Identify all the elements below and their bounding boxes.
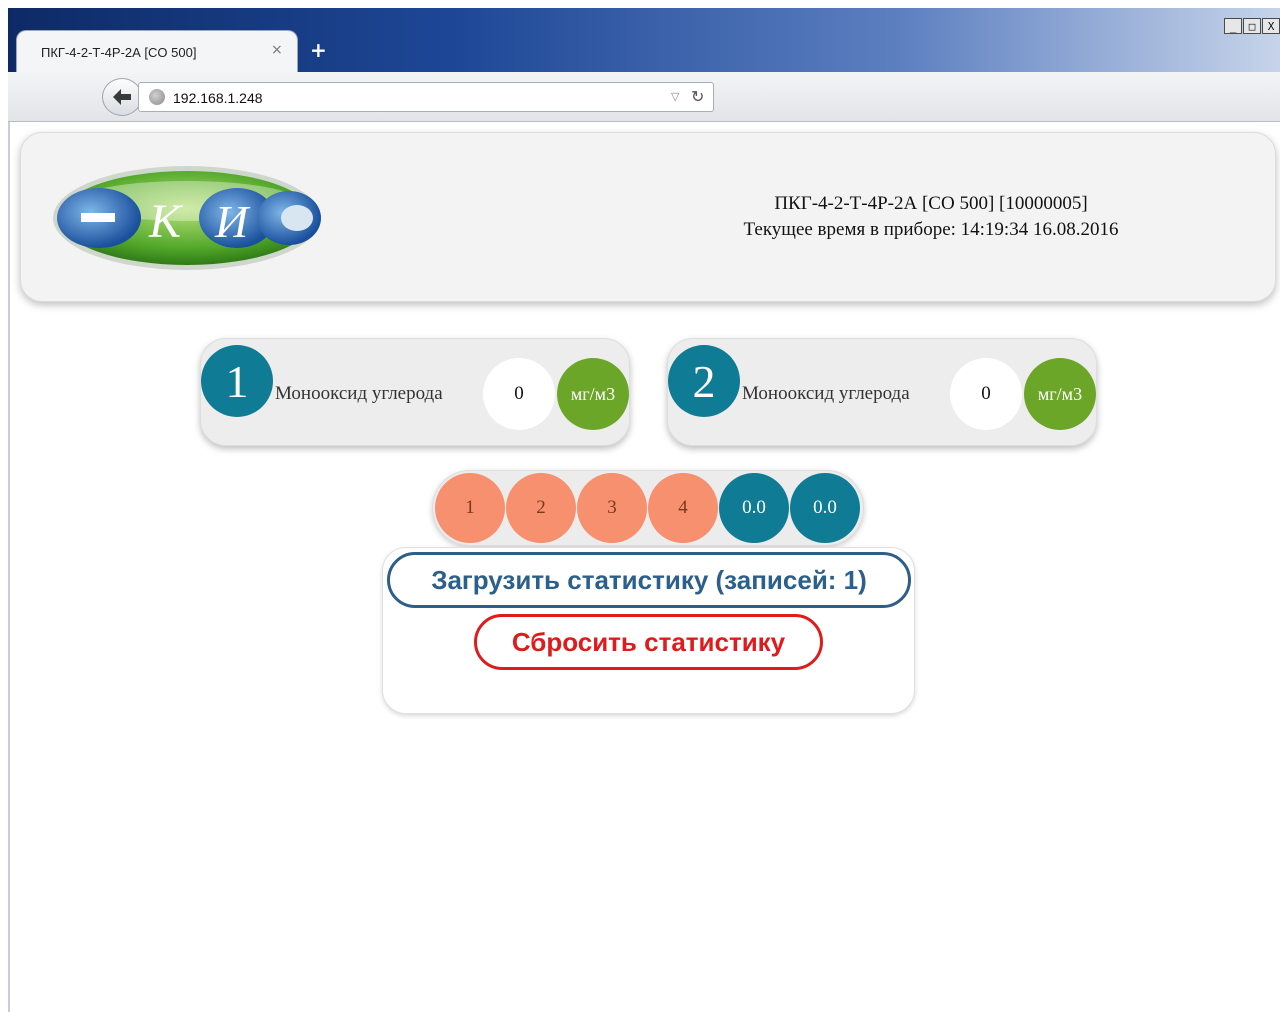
new-tab-button[interactable]: + — [310, 40, 327, 60]
relay-indicator-1: 1 — [435, 473, 505, 543]
sensor-unit: мг/м3 — [557, 358, 629, 430]
browser-window: _ □ X ПКГ-4-2-Т-4Р-2А [CO 500] × + 192.1… — [0, 0, 1280, 1012]
device-name: ПКГ-4-2-Т-4Р-2А [CO 500] [10000005] — [774, 193, 1088, 214]
close-icon[interactable]: × — [271, 42, 283, 58]
svg-text:И: И — [214, 196, 251, 247]
relay-indicator-4: 4 — [648, 473, 718, 543]
sensor-unit: мг/м3 — [1024, 358, 1096, 430]
browser-tab[interactable]: ПКГ-4-2-Т-4Р-2А [CO 500] × — [16, 30, 298, 72]
svg-text:К: К — [148, 195, 184, 248]
navigation-bar: 192.168.1.248 ▽ ↻ — [8, 72, 1280, 122]
window-left-border — [8, 122, 10, 1012]
close-window-button[interactable]: X — [1262, 18, 1280, 34]
statistics-panel: Загрузить статистику (записей: 1) Сброси… — [382, 547, 915, 714]
chevron-down-icon[interactable]: ▽ — [671, 90, 679, 103]
header-panel: К И ПКГ-4-2-Т-4Р-2А [CO 500] [10000005] … — [20, 132, 1276, 302]
sensor-number-badge: 2 — [668, 345, 740, 417]
sensor-number-badge: 1 — [201, 345, 273, 417]
maximize-button[interactable]: □ — [1243, 18, 1261, 34]
sensor-name: Монооксид углерода — [742, 383, 910, 404]
arrow-left-icon — [113, 89, 131, 105]
address-bar[interactable]: 192.168.1.248 ▽ ↻ — [138, 82, 714, 112]
sensor-value: 0 — [950, 358, 1022, 430]
sensor-value: 0 — [483, 358, 555, 430]
globe-icon — [149, 89, 165, 105]
relay-indicator-bar: 1 2 3 4 0.0 0.0 — [432, 470, 864, 546]
reload-icon[interactable]: ↻ — [691, 87, 704, 106]
url-text[interactable]: 192.168.1.248 — [173, 90, 263, 106]
minimize-button[interactable]: _ — [1224, 18, 1242, 34]
relay-indicator-3: 3 — [577, 473, 647, 543]
output-value-2: 0.0 — [790, 473, 860, 543]
relay-indicator-2: 2 — [506, 473, 576, 543]
load-statistics-button[interactable]: Загрузить статистику (записей: 1) — [387, 552, 911, 608]
output-value-1: 0.0 — [719, 473, 789, 543]
reset-statistics-button[interactable]: Сбросить статистику — [474, 614, 823, 670]
tab-title: ПКГ-4-2-Т-4Р-2А [CO 500] — [41, 45, 197, 60]
window-controls: _ □ X — [1224, 18, 1280, 34]
sensor-card-1: 1 Монооксид углерода 0 мг/м3 — [200, 338, 630, 446]
device-time: Текущее время в приборе: 14:19:34 16.08.… — [743, 219, 1119, 240]
back-button[interactable] — [102, 78, 142, 116]
sensor-card-2: 2 Монооксид углерода 0 мг/м3 — [667, 338, 1097, 446]
ekis-logo: К И — [53, 166, 321, 270]
sensor-name: Монооксид углерода — [275, 383, 443, 404]
